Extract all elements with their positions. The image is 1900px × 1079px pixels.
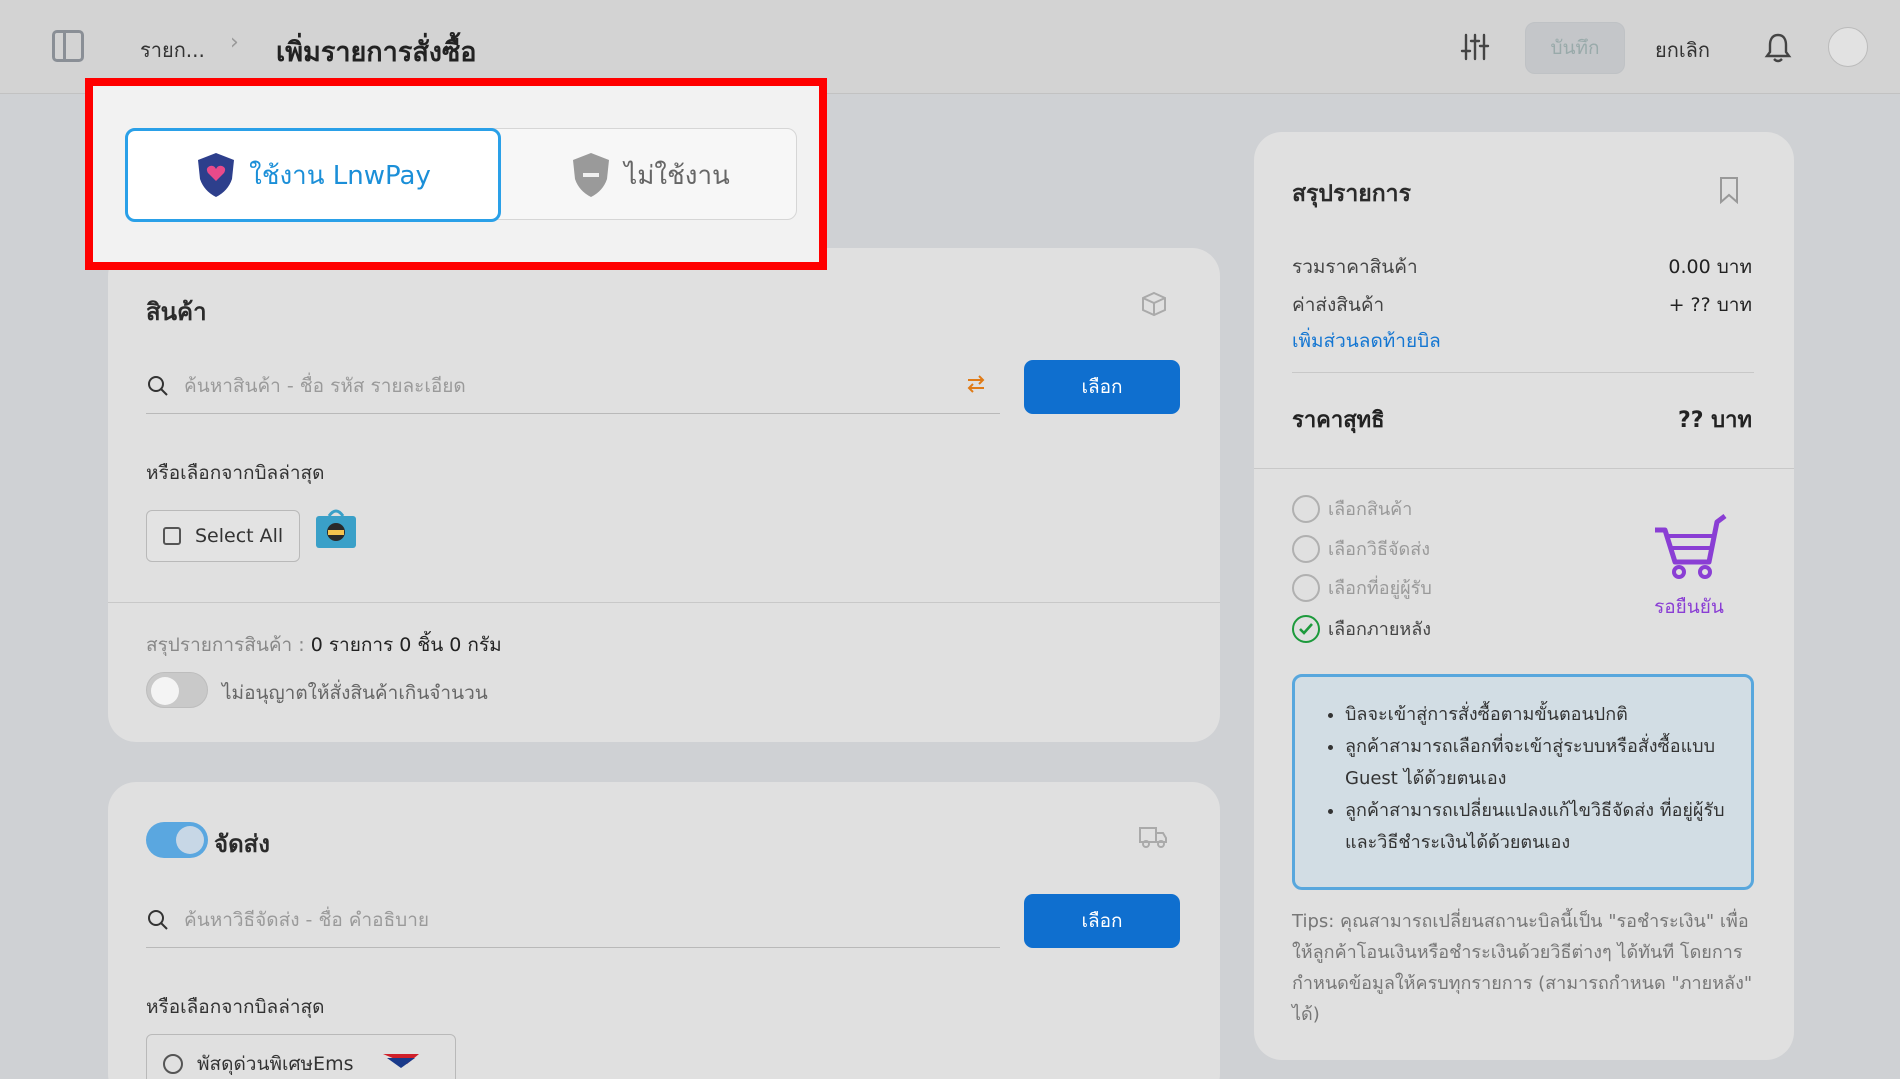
payment-toggle: ใช้งาน LnwPay ไม่ใช้งาน <box>125 128 798 222</box>
no-lnwpay-label: ไม่ใช้งาน <box>624 160 730 191</box>
status-label: รอยืนยัน <box>1654 596 1724 618</box>
recent-bill-label: หรือเลือกจากบิลล่าสุด <box>146 462 325 484</box>
use-lnwpay-label: ใช้งาน LnwPay <box>249 160 431 191</box>
subtotal-value: 0.00 บาท <box>1668 256 1752 278</box>
subtotal-label: รวมราคาสินค้า <box>1292 256 1418 278</box>
divider <box>108 602 1220 603</box>
tip-item: ลูกค้าสามารถเปลี่ยนแปลงแก้ไขวิธีจัดส่ง ท… <box>1345 795 1733 859</box>
shield-minus-icon <box>573 153 610 197</box>
shipping-select-button[interactable]: เลือก <box>1024 894 1180 948</box>
swap-icon[interactable] <box>964 372 988 396</box>
product-summary-value: 0 รายการ 0 ชิ้น 0 กรัม <box>310 634 502 656</box>
product-summary-label: สรุปรายการสินค้า : <box>146 634 305 656</box>
select-all-label: Select All <box>195 525 284 547</box>
thailand-post-logo-icon <box>383 1054 420 1068</box>
payment-highlight-box: ใช้งาน LnwPay ไม่ใช้งาน <box>85 78 827 270</box>
recent-shipping-label: หรือเลือกจากบิลล่าสุด <box>146 996 325 1018</box>
shipping-option[interactable]: พัสดุด่วนพิเศษEms <box>146 1034 456 1079</box>
step-select-shipping: เลือกวิธีจัดส่ง <box>1292 534 1430 563</box>
step-label: เลือกวิธีจัดส่ง <box>1328 539 1430 560</box>
summary-row-shipping: ค่าส่งสินค้า + ?? บาท <box>1292 290 1752 320</box>
step-circle-icon <box>1292 534 1320 563</box>
radio-icon <box>163 1054 183 1074</box>
order-status: รอยืนยัน <box>1634 512 1744 622</box>
search-icon <box>148 910 168 930</box>
product-section-title: สินค้า <box>146 298 207 326</box>
cart-icon <box>1655 514 1727 579</box>
step-select-product: เลือกสินค้า <box>1292 494 1412 523</box>
step-circle-icon <box>1292 494 1320 523</box>
step-label: เลือกสินค้า <box>1328 499 1413 520</box>
summary-title: สรุปรายการ <box>1292 181 1411 207</box>
no-lnwpay-option[interactable]: ไม่ใช้งาน <box>502 129 798 221</box>
tip-item: ลูกค้าสามารถเลือกที่จะเข้าสู่ระบบหรือสั่… <box>1345 731 1733 795</box>
check-circle-icon <box>1292 614 1320 643</box>
shipping-card: จัดส่ง เลือก หรือเลือกจากบิลล่าสุด พัสดุ… <box>108 782 1220 1079</box>
step-label: เลือกที่อยู่ผู้รับ <box>1328 578 1432 599</box>
bell-icon[interactable] <box>1763 32 1793 64</box>
shield-heart-icon <box>198 153 235 197</box>
net-total-label: ราคาสุทธิ <box>1292 408 1385 433</box>
step-select-address: เลือกที่อยู่ผู้รับ <box>1292 573 1432 602</box>
use-lnwpay-option[interactable]: ใช้งาน LnwPay <box>125 128 501 222</box>
net-total-row: ราคาสุทธิ ?? บาท <box>1292 402 1752 437</box>
product-search-row <box>146 358 1000 414</box>
truck-icon <box>1139 827 1167 848</box>
divider <box>1292 372 1754 373</box>
add-discount-link[interactable]: เพิ่มส่วนลดท้ายบิล <box>1292 326 1441 356</box>
cancel-button[interactable]: ยกเลิก <box>1655 34 1710 66</box>
divider <box>1254 468 1794 469</box>
avatar[interactable] <box>1828 27 1868 67</box>
shipping-search-row <box>146 892 1000 948</box>
overorder-toggle[interactable] <box>146 672 208 708</box>
sliders-icon[interactable] <box>1460 32 1490 62</box>
breadcrumb-parent[interactable]: รายก... <box>140 34 205 66</box>
shipping-fee-value: + ?? บาท <box>1668 294 1752 316</box>
step-label: เลือกภายหลัง <box>1328 619 1432 640</box>
chevron-right-icon: › <box>230 30 239 55</box>
product-search-input[interactable] <box>184 368 944 404</box>
search-icon <box>148 376 168 396</box>
summary-row-subtotal: รวมราคาสินค้า 0.00 บาท <box>1292 252 1752 282</box>
bookmark-icon[interactable] <box>1718 176 1740 204</box>
product-thumbnail-icon[interactable] <box>314 506 358 550</box>
tips-box: บิลจะเข้าสู่การสั่งซื้อตามขั้นตอนปกติ ลู… <box>1292 674 1754 890</box>
net-total-value: ?? บาท <box>1677 408 1752 433</box>
product-card: สินค้า เลือก หรือเลือกจากบิลล่าสุด Selec… <box>108 248 1220 742</box>
sidebar-toggle-icon[interactable] <box>52 30 84 62</box>
box-icon <box>1142 291 1166 317</box>
page-title: เพิ่มรายการสั่งซื้อ <box>276 37 477 68</box>
step-select-later: เลือกภายหลัง <box>1292 614 1431 643</box>
product-summary: สรุปรายการสินค้า : 0 รายการ 0 ชิ้น 0 กรั… <box>146 630 502 660</box>
shipping-toggle[interactable] <box>146 822 208 858</box>
save-button[interactable]: บันทึก <box>1525 22 1625 74</box>
overorder-toggle-label: ไม่อนุญาตให้สั่งสินค้าเกินจำนวน <box>222 682 488 704</box>
summary-card: สรุปรายการ รวมราคาสินค้า 0.00 บาท ค่าส่ง… <box>1254 132 1794 1060</box>
select-all-checkbox[interactable]: Select All <box>146 510 300 562</box>
shipping-section-title: จัดส่ง <box>214 830 271 858</box>
tips-note: Tips: คุณสามารถเปลี่ยนสถานะบิลนี้เป็น "ร… <box>1292 911 1753 1025</box>
checkbox-icon <box>163 527 181 545</box>
tip-item: บิลจะเข้าสู่การสั่งซื้อตามขั้นตอนปกติ <box>1345 699 1733 731</box>
step-circle-icon <box>1292 573 1320 602</box>
shipping-option-label: พัสดุด่วนพิเศษEms <box>197 1053 354 1075</box>
product-select-button[interactable]: เลือก <box>1024 360 1180 414</box>
lock-icon <box>176 826 204 854</box>
shipping-fee-label: ค่าส่งสินค้า <box>1292 294 1385 316</box>
shipping-search-input[interactable] <box>184 902 944 938</box>
